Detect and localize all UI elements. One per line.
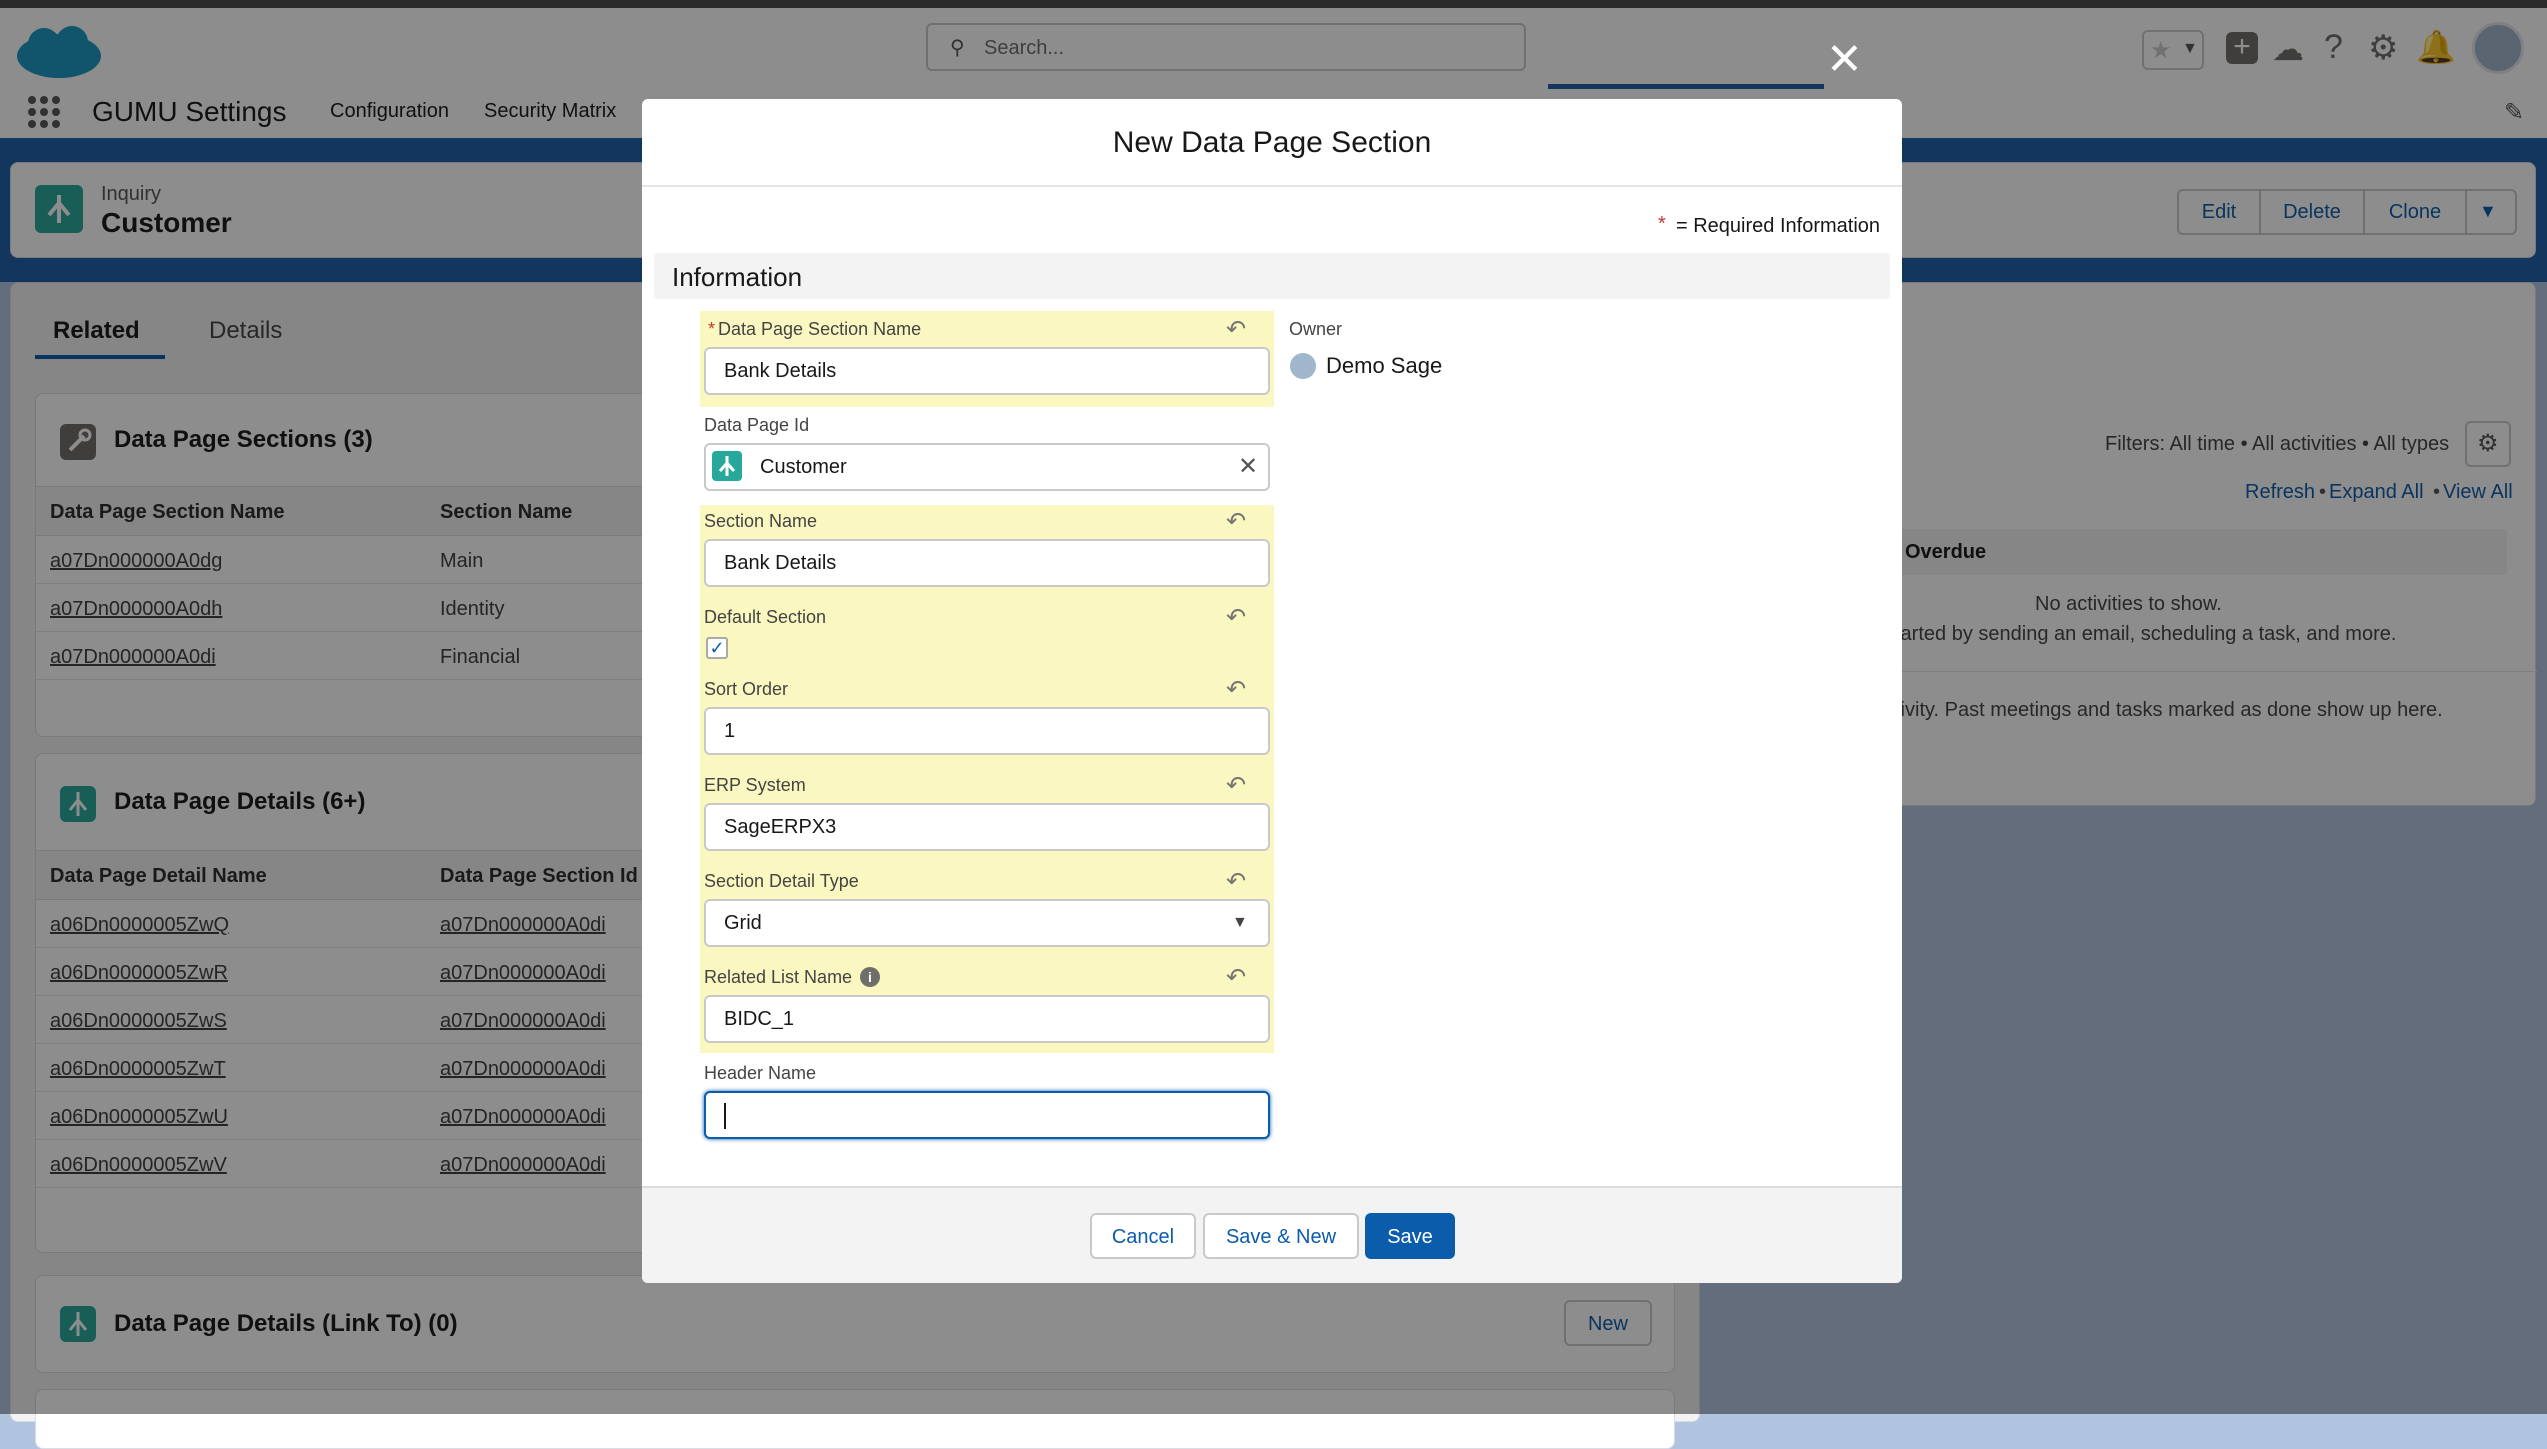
required-asterisk: * — [708, 319, 716, 339]
related-list-name-input[interactable]: BIDC_1 — [704, 995, 1270, 1043]
data-page-id-lookup[interactable]: Customer ✕ — [704, 443, 1270, 491]
owner-value[interactable]: Demo Sage — [1326, 353, 1442, 379]
section-title: Information — [672, 262, 803, 292]
section-detail-type-label: Section Detail Type — [704, 871, 859, 891]
default-section-checkbox[interactable]: ✓ — [706, 637, 728, 659]
cancel-button[interactable]: Cancel — [1090, 1213, 1196, 1259]
undo-icon[interactable]: ↶ — [1226, 963, 1250, 991]
required-asterisk: * — [1658, 213, 1666, 235]
clear-selection-icon[interactable]: ✕ — [1238, 445, 1258, 489]
text-cursor — [724, 1103, 726, 1129]
record-type-icon — [712, 451, 742, 481]
undo-icon[interactable]: ↶ — [1226, 315, 1250, 343]
header-name-label: Header Name — [704, 1063, 817, 1083]
save-and-new-button[interactable]: Save & New — [1203, 1213, 1359, 1259]
header-name-input[interactable] — [704, 1091, 1270, 1139]
erp-system-input[interactable]: SageERPX3 — [704, 803, 1270, 851]
section-name-label: Section Name — [704, 511, 818, 531]
info-icon[interactable]: i — [860, 967, 880, 987]
section-name-field-label: Data Page Section Name — [718, 319, 922, 339]
undo-icon[interactable]: ↶ — [1226, 675, 1250, 703]
modal-header: New Data Page Section — [642, 99, 1902, 187]
owner-label: Owner — [1289, 319, 1343, 339]
data-page-section-name-input[interactable]: Bank Details — [704, 347, 1270, 395]
sort-order-input[interactable]: 1 — [704, 707, 1270, 755]
save-button[interactable]: Save — [1365, 1213, 1455, 1259]
erp-system-label: ERP System — [704, 775, 806, 795]
data-page-id-label: Data Page Id — [704, 415, 810, 435]
undo-icon[interactable]: ↶ — [1226, 771, 1250, 799]
sort-order-label: Sort Order — [704, 679, 789, 699]
default-section-label: Default Section — [704, 607, 827, 627]
undo-icon[interactable]: ↶ — [1226, 867, 1250, 895]
owner-avatar — [1290, 353, 1316, 379]
selected-option: Grid — [724, 912, 762, 934]
lookup-selected-value: Customer — [760, 456, 847, 478]
related-list-name-label: Related List Name — [704, 967, 853, 987]
section-detail-type-select[interactable]: Grid ▼ — [704, 899, 1270, 947]
close-modal-icon[interactable]: ✕ — [1826, 38, 1863, 82]
modal-footer: Cancel Save & New Save — [642, 1186, 1902, 1283]
section-name-input[interactable]: Bank Details — [704, 539, 1270, 587]
undo-icon[interactable]: ↶ — [1226, 603, 1250, 631]
new-data-page-section-modal: New Data Page Section * = Required Infor… — [642, 99, 1902, 1283]
chevron-down-icon: ▼ — [1232, 914, 1248, 931]
required-note: = Required Information — [1676, 215, 1881, 237]
information-section-header[interactable]: Information — [654, 253, 1890, 299]
undo-icon[interactable]: ↶ — [1226, 507, 1250, 535]
modal-title: New Data Page Section — [1112, 126, 1432, 159]
